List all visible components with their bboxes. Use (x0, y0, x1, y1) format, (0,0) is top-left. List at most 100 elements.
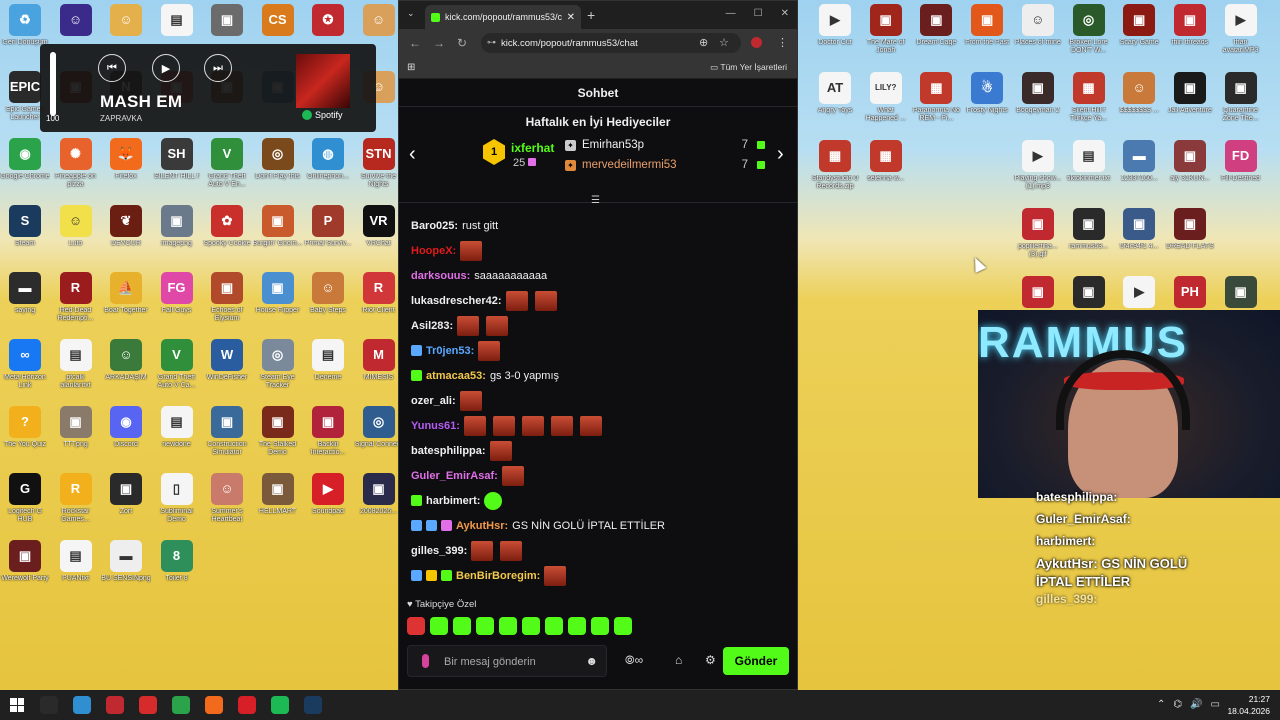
desktop-icon[interactable]: ▣ Boogeyman 2 (1013, 68, 1063, 134)
settings-gear-icon[interactable]: ⚙ (705, 653, 716, 667)
emote-picker-item[interactable] (453, 617, 471, 635)
previous-track-button[interactable]: ⏮ (98, 54, 126, 82)
taskbar-app-icon[interactable] (172, 696, 190, 714)
desktop-icon[interactable]: ◍ Onlinephon... (303, 134, 353, 200)
desktop-icon[interactable]: ▣ aly 31KUN... (1165, 136, 1215, 202)
taskbar-app-icon[interactable] (238, 696, 256, 714)
desktop-icon[interactable]: ▬ BU SENSİNpng (101, 536, 151, 602)
emote-picker-item[interactable] (614, 617, 632, 635)
taskbar-app-icon[interactable] (40, 696, 58, 714)
desktop-icon[interactable]: ▣ popillertiha... (3).gif (1013, 204, 1063, 270)
desktop-icon[interactable]: ✿ Spooky Cookie (202, 201, 252, 267)
new-tab-button[interactable]: + (587, 7, 595, 23)
desktop-icon[interactable]: ⛵ Boat Together (101, 268, 151, 334)
chat-username[interactable]: AykutHsr: (456, 520, 508, 532)
desktop-icon[interactable]: FG Fall Guys (152, 268, 202, 334)
send-button[interactable]: Gönder (723, 647, 789, 675)
desktop-icon[interactable]: ☺ Places of mine (1013, 0, 1063, 66)
emote-picker-item[interactable] (591, 617, 609, 635)
emote-picker-item[interactable] (430, 617, 448, 635)
gifter-row[interactable]: ✦ Emirhan53p 7 (565, 139, 765, 151)
desktop-icon[interactable]: ▣ HELLMART (253, 469, 303, 535)
desktop-icon[interactable]: ◎ Don't Play this (253, 134, 303, 200)
chat-username[interactable]: Asil283: (411, 320, 453, 332)
emote-picker-item[interactable] (522, 617, 540, 635)
minimize-icon[interactable]: — (726, 8, 736, 19)
desktop-icon[interactable]: ☺ ARKADAŞIM (101, 335, 151, 401)
desktop-icon[interactable]: ▤ ptcalk alanlarıtxt (51, 335, 101, 401)
emote-picker-item[interactable] (407, 617, 425, 635)
desktop-icon[interactable]: M MIMESIS (354, 335, 404, 401)
gifters-prev-arrow-icon[interactable]: ‹ (409, 143, 416, 166)
apps-grid-icon[interactable]: ⊞ (407, 62, 415, 73)
chat-input-box[interactable]: ☻ (407, 645, 607, 677)
gifters-next-arrow-icon[interactable]: › (777, 143, 784, 166)
close-window-icon[interactable]: ✕ (781, 8, 789, 19)
desktop-icon[interactable]: ▶ fhan avatarıMP3 (1216, 0, 1266, 66)
tab-list-chevron-icon[interactable]: ⌄ (407, 8, 415, 19)
desktop-icon[interactable]: ▣ Backlit Interactio... (303, 402, 353, 468)
emote-picker-item[interactable] (499, 617, 517, 635)
desktop-icon[interactable]: S Steam (0, 201, 50, 267)
reload-button[interactable]: ↻ (457, 36, 467, 50)
desktop-icon[interactable]: R Rockstar Games... (51, 469, 101, 535)
desktop-icon[interactable]: ▣ House Flipper (253, 268, 303, 334)
taskbar-app-icon[interactable] (106, 696, 124, 714)
desktop-icon[interactable]: W WinDeFisher (202, 335, 252, 401)
desktop-icon[interactable]: ▦ selenna w... (861, 136, 911, 202)
desktop-icon[interactable]: 🦊 Firefox (101, 134, 151, 200)
kick-points-icon[interactable]: ⦾∞ (625, 653, 643, 668)
desktop-icon[interactable]: ▣ The Mare of Jonah (861, 0, 911, 66)
desktop-icon[interactable]: ▬ 12337160... (1114, 136, 1164, 202)
taskbar-app-icon[interactable] (304, 696, 322, 714)
desktop-icon[interactable]: ☃ Frosty Nights (962, 68, 1012, 134)
close-tab-icon[interactable]: ✕ (567, 12, 575, 23)
taskbar-app-icon[interactable] (271, 696, 289, 714)
forward-button[interactable]: → (433, 36, 445, 50)
desktop-icon[interactable]: 8 Toilet 8 (152, 536, 202, 602)
chat-username[interactable]: ozer_ali: (411, 395, 456, 407)
desktop-icon[interactable]: ▣ imagepng (152, 201, 202, 267)
bookmark-star-icon[interactable]: ☆ (719, 36, 729, 49)
desktop-icon[interactable]: ▣ DREAD FLATS (1165, 204, 1215, 270)
chat-username[interactable]: HoopeX: (411, 245, 456, 257)
desktop-icon[interactable]: ▦ Silent Hill f Türkçe Ya... (1064, 68, 1114, 134)
zoom-icon[interactable]: ⊕ (699, 36, 708, 49)
desktop-icon[interactable]: ◉ Google Chrome (0, 134, 50, 200)
desktop-icon[interactable]: ✺ Pineapple on pizza (51, 134, 101, 200)
back-button[interactable]: ← (409, 36, 421, 50)
taskbar-app-icon[interactable] (139, 696, 157, 714)
desktop-icon[interactable]: P Primal Surviv... (303, 201, 353, 267)
taskbar-app-icon[interactable] (205, 696, 223, 714)
volume-icon[interactable]: 🔊 (1190, 699, 1202, 710)
desktop-icon[interactable]: ▣ Zort (101, 469, 151, 535)
desktop-icon[interactable]: ▣ Dream Cage (911, 0, 961, 66)
desktop-icon[interactable]: ▣ From the Past (962, 0, 1012, 66)
network-icon[interactable]: ⌬ (1173, 699, 1182, 710)
spotify-widget[interactable]: 100 ⏮ ▶ ⏭ MASH EM ZAPRAVKA Spotify (40, 44, 376, 132)
battery-icon[interactable]: ▭ (1211, 699, 1220, 710)
desktop-icon[interactable]: ▣ 20082026... (354, 469, 404, 535)
desktop-icon[interactable]: ▶ Playing show... (1).mp3 (1013, 136, 1063, 202)
desktop-icon[interactable]: VR VRChat (354, 201, 404, 267)
desktop-icon[interactable]: ◎ Steam Eye Tracker (253, 335, 303, 401)
desktop-icon[interactable]: R Riot Client (354, 268, 404, 334)
volume-bar[interactable] (50, 52, 56, 116)
desktop-icon[interactable]: ▣ thin threads (1165, 0, 1215, 66)
chat-username[interactable]: Yunus61: (411, 420, 460, 432)
emote-picker-item[interactable] (545, 617, 563, 635)
desktop-icon[interactable]: ▣ The Stalked Demo (253, 402, 303, 468)
next-track-button[interactable]: ⏭ (204, 54, 232, 82)
emoji-icon[interactable]: ☻ (585, 654, 598, 668)
desktop-icon[interactable]: ▯ Subliminal Demo (152, 469, 202, 535)
taskbar-app-icon[interactable] (73, 696, 91, 714)
desktop-icon[interactable]: ◎ Signal Connect (354, 402, 404, 468)
desktop-icon[interactable]: ▶ Doctor Cut (810, 0, 860, 66)
profile-avatar[interactable] (751, 37, 762, 48)
chat-username[interactable]: BenBirBoregim: (456, 570, 540, 582)
desktop-icon[interactable]: ❦ DEVOUR (101, 201, 151, 267)
chat-input[interactable] (444, 652, 584, 672)
desktop-icon[interactable]: ▣ Scary Game (1114, 0, 1164, 66)
desktop-icon[interactable]: AT Angry Toys (810, 68, 860, 134)
desktop-icon[interactable]: FD Fill-Destined (1216, 136, 1266, 202)
